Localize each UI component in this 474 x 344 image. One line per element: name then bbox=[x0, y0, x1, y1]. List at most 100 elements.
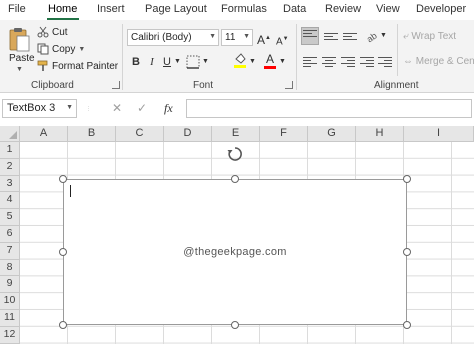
column-header[interactable]: I bbox=[404, 126, 474, 142]
underline-button[interactable]: U bbox=[161, 55, 173, 69]
formula-input[interactable] bbox=[186, 99, 472, 118]
wrap-text-label: Wrap Text bbox=[411, 31, 457, 42]
paste-button[interactable]: Paste bbox=[9, 53, 35, 64]
cut-label: Cut bbox=[52, 26, 68, 38]
grow-font-glyph: A bbox=[257, 33, 266, 47]
select-all-button[interactable] bbox=[0, 126, 20, 142]
font-size-value: 11 bbox=[225, 32, 236, 43]
clipboard-launcher-icon[interactable] bbox=[112, 81, 120, 89]
alignment-group-label: Alignment bbox=[374, 80, 419, 91]
resize-handle-bottom-left[interactable] bbox=[59, 321, 67, 329]
tab-insert[interactable]: Insert bbox=[97, 3, 125, 15]
chevron-down-icon: ▼ bbox=[209, 33, 216, 40]
copy-button[interactable]: Copy ▼ bbox=[37, 43, 85, 55]
bottom-align-button[interactable] bbox=[343, 31, 357, 43]
name-box[interactable]: TextBox 3 ▼ bbox=[2, 99, 77, 118]
row-header[interactable]: 3 bbox=[0, 175, 20, 193]
format-painter-button[interactable]: Format Painter bbox=[37, 60, 118, 72]
resize-handle-left[interactable] bbox=[59, 248, 67, 256]
cut-button[interactable]: Cut bbox=[37, 26, 68, 38]
column-header[interactable]: D bbox=[164, 126, 212, 142]
row-header[interactable]: 4 bbox=[0, 192, 20, 210]
top-align-button[interactable] bbox=[301, 27, 319, 45]
column-header[interactable]: F bbox=[260, 126, 308, 142]
underline-dropdown-icon[interactable]: ▼ bbox=[174, 55, 181, 69]
row-header[interactable]: 9 bbox=[0, 276, 20, 294]
cancel-icon[interactable]: ✕ bbox=[112, 101, 122, 115]
copy-label: Copy bbox=[52, 43, 76, 55]
shrink-font-glyph: A bbox=[276, 36, 283, 48]
font-size-select[interactable]: 11 ▼ bbox=[221, 29, 253, 46]
row-header[interactable]: 11 bbox=[0, 310, 20, 327]
increase-font-size-button[interactable]: A▲ bbox=[257, 31, 271, 47]
italic-button[interactable]: I bbox=[146, 55, 158, 69]
column-header[interactable]: G bbox=[308, 126, 356, 142]
resize-handle-right[interactable] bbox=[403, 248, 411, 256]
column-header[interactable]: E bbox=[212, 126, 260, 142]
enter-icon[interactable]: ✓ bbox=[137, 101, 147, 115]
row-header[interactable]: 6 bbox=[0, 226, 20, 243]
fill-color-icon[interactable] bbox=[233, 53, 247, 69]
align-left-button[interactable] bbox=[303, 55, 317, 67]
resize-handle-top-right[interactable] bbox=[403, 175, 411, 183]
align-center-button[interactable] bbox=[322, 55, 336, 67]
resize-handle-top[interactable] bbox=[231, 175, 239, 183]
format-painter-label: Format Painter bbox=[52, 60, 119, 72]
top-align-icon bbox=[303, 28, 317, 40]
row-header[interactable]: 7 bbox=[0, 242, 20, 260]
resize-handle-top-left[interactable] bbox=[59, 175, 67, 183]
copy-dropdown-icon[interactable]: ▼ bbox=[78, 46, 85, 53]
font-group-label: Font bbox=[193, 80, 214, 91]
font-name-select[interactable]: Calibri (Body) ▼ bbox=[127, 29, 219, 46]
insert-function-button[interactable]: fx bbox=[164, 101, 173, 116]
column-header[interactable]: C bbox=[116, 126, 164, 142]
wrap-text-button[interactable]: ⤶ Wrap Text bbox=[403, 31, 456, 42]
tab-view[interactable]: View bbox=[376, 3, 400, 15]
font-launcher-icon[interactable] bbox=[285, 81, 293, 89]
rotate-handle-icon[interactable] bbox=[227, 146, 243, 162]
decrease-font-size-button[interactable]: A▼ bbox=[276, 32, 289, 48]
tab-formulas[interactable]: Formulas bbox=[221, 3, 267, 15]
tab-data[interactable]: Data bbox=[283, 3, 306, 15]
resize-handle-bottom-right[interactable] bbox=[403, 321, 411, 329]
tab-developer[interactable]: Developer bbox=[416, 3, 466, 15]
row-header[interactable]: 5 bbox=[0, 209, 20, 226]
decrease-indent-button[interactable] bbox=[360, 55, 374, 67]
text-cursor bbox=[70, 185, 71, 197]
row-header[interactable]: 2 bbox=[0, 158, 20, 176]
paste-dropdown-icon[interactable]: ▼ bbox=[16, 66, 23, 73]
tab-file[interactable]: File bbox=[8, 3, 26, 15]
formula-bar: TextBox 3 ▼ ⋮ ✕ ✓ fx bbox=[0, 96, 474, 122]
borders-dropdown-icon[interactable]: ▼ bbox=[202, 55, 209, 69]
middle-align-button[interactable] bbox=[324, 31, 338, 43]
tab-home[interactable]: Home bbox=[48, 3, 77, 15]
font-color-button[interactable]: A bbox=[264, 52, 276, 66]
merge-center-icon: ⇔ bbox=[403, 56, 413, 67]
row-header[interactable]: 10 bbox=[0, 293, 20, 310]
text-box[interactable]: @thegeekpage.com bbox=[63, 179, 407, 325]
paintbrush-icon bbox=[37, 60, 48, 71]
row-header[interactable]: 12 bbox=[0, 326, 20, 344]
orientation-icon[interactable]: ab bbox=[365, 29, 379, 43]
increase-indent-button[interactable] bbox=[378, 55, 392, 67]
tab-review[interactable]: Review bbox=[325, 3, 361, 15]
row-header[interactable]: 8 bbox=[0, 259, 20, 277]
orientation-dropdown-icon[interactable]: ▼ bbox=[380, 29, 387, 43]
column-header[interactable]: A bbox=[20, 126, 68, 142]
column-header[interactable]: B bbox=[68, 126, 116, 142]
align-right-button[interactable] bbox=[341, 55, 355, 67]
column-header[interactable]: H bbox=[356, 126, 404, 142]
group-divider bbox=[296, 24, 297, 90]
merge-center-button[interactable]: ⇔ Merge & Cen bbox=[403, 56, 474, 67]
bold-button[interactable]: B bbox=[130, 55, 142, 69]
resize-handle-bottom[interactable] bbox=[231, 321, 239, 329]
tab-page-layout[interactable]: Page Layout bbox=[145, 3, 207, 15]
group-divider bbox=[122, 24, 123, 90]
font-color-dropdown-icon[interactable]: ▼ bbox=[279, 55, 286, 69]
row-header[interactable]: 1 bbox=[0, 142, 20, 159]
fill-color-dropdown-icon[interactable]: ▼ bbox=[249, 55, 256, 69]
paste-icon[interactable] bbox=[9, 27, 31, 55]
borders-icon[interactable] bbox=[186, 55, 200, 69]
chevron-down-icon: ▼ bbox=[243, 33, 250, 40]
group-divider bbox=[397, 24, 398, 76]
